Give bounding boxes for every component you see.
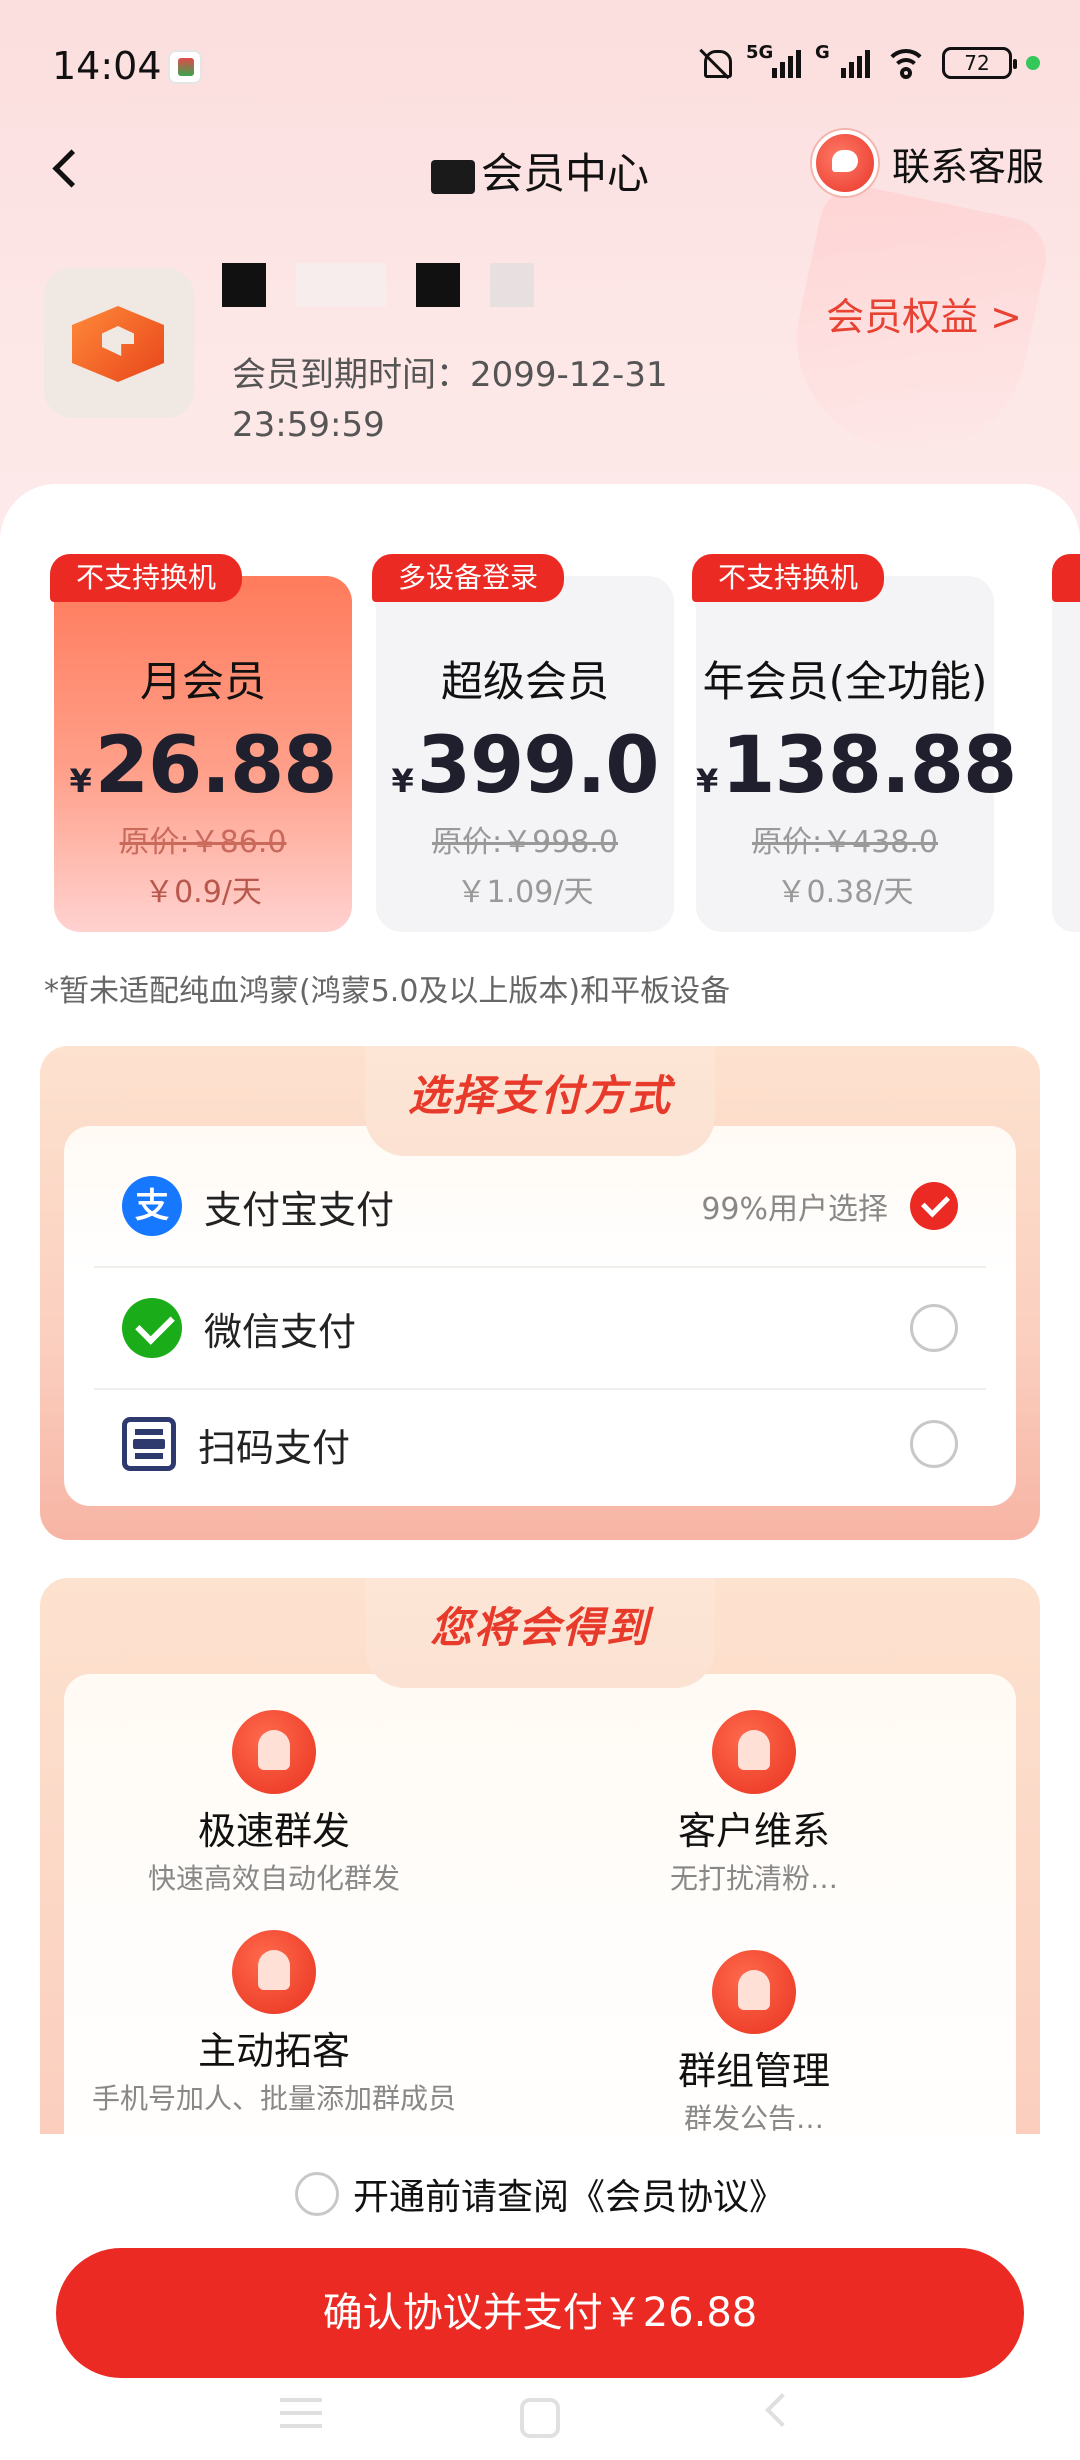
title-redaction	[430, 159, 475, 194]
plan-original-price: 原价:￥438.0	[752, 825, 938, 860]
signal-g-icon: G	[815, 42, 870, 78]
redaction-block	[222, 263, 266, 307]
payment-hint: 99%用户选择	[701, 1192, 888, 1227]
avatar	[44, 268, 194, 418]
payment-option-alipay[interactable]: 支付宝支付 99%用户选择	[94, 1146, 986, 1266]
device-note: *暂未适配纯血鸿蒙(鸿蒙5.0及以上版本)和平板设备	[44, 974, 731, 1009]
agreement-text[interactable]: 开通前请查阅《会员协议》	[353, 2168, 785, 2220]
privacy-indicator-dot	[1026, 56, 1040, 70]
scan-icon	[122, 1417, 176, 1471]
plan-card-next[interactable]	[1052, 554, 1080, 932]
currency-symbol: ¥	[696, 762, 718, 800]
mute-icon	[698, 46, 732, 80]
feature-title: 极速群发	[197, 1809, 350, 1853]
signal-5g-icon: 5G	[746, 42, 801, 78]
add-user-icon	[232, 1930, 316, 2014]
feature-item: 群组管理 群发公告…	[544, 1950, 964, 2137]
payment-options: 支付宝支付 99%用户选择 微信支付 扫码支付	[64, 1126, 1016, 1506]
group-icon	[712, 1950, 796, 2034]
plan-daily-price: ￥0.38/天	[776, 875, 914, 910]
price-value: 138.88	[721, 721, 1017, 811]
payment-title-tab: 选择支付方式	[365, 1046, 715, 1156]
payment-title: 选择支付方式	[407, 1071, 672, 1120]
app-logo-icon	[72, 296, 166, 390]
menu-icon[interactable]	[280, 2398, 322, 2428]
home-icon[interactable]	[520, 2398, 560, 2438]
plan-card-yearly[interactable]: 不支持换机 年会员(全功能) ¥138.88 原价:￥438.0 ￥0.38/天	[692, 554, 1017, 932]
plan-daily-price: ￥1.09/天	[456, 875, 594, 910]
contact-service-label: 联系客服	[891, 144, 1044, 189]
feature-item: 极速群发 快速高效自动化群发	[64, 1710, 484, 1897]
payment-panel: 支付宝支付 99%用户选择 微信支付 扫码支付 选择支付方式	[40, 1046, 1040, 1540]
benefits-title: 您将会得到	[429, 1603, 650, 1652]
page-title-text: 会员中心	[480, 149, 649, 198]
payment-label: 扫码支付	[198, 1425, 351, 1470]
contact-service-button[interactable]: 联系客服	[811, 130, 1044, 196]
wechat-pay-icon	[122, 1298, 182, 1358]
payment-label: 支付宝支付	[204, 1187, 395, 1232]
feature-title: 客户维系	[677, 1809, 830, 1853]
feature-title: 主动拓客	[197, 2029, 350, 2073]
alipay-icon	[122, 1176, 182, 1236]
plan-tag: 不支持换机	[692, 554, 885, 602]
status-icons: 5G G 72	[698, 42, 1040, 80]
status-bar: 14:04 5G G 72	[0, 0, 1080, 130]
redaction-block	[296, 263, 386, 307]
username-redacted	[222, 260, 534, 310]
radio-icon[interactable]	[910, 1420, 958, 1468]
plan-price: ¥26.88	[54, 721, 352, 811]
app-notification-icon	[168, 50, 202, 84]
payment-option-wechat[interactable]: 微信支付	[94, 1268, 986, 1388]
plan-card-super[interactable]: 多设备登录 超级会员 ¥399.0 原价:￥998.0 ￥1.09/天	[372, 554, 674, 932]
plan-price: ¥399.0	[376, 721, 674, 811]
agreement-checkbox[interactable]	[294, 2172, 339, 2216]
feature-title: 群组管理	[677, 2049, 830, 2093]
membership-expiry: 会员到期时间：2099-12-31 23:59:59	[232, 355, 668, 445]
price-value: 26.88	[94, 721, 338, 811]
plan-name: 月会员	[139, 657, 266, 706]
system-nav-bar	[0, 2384, 1080, 2460]
plan-tag: 多设备登录	[372, 554, 565, 602]
back-nav-icon[interactable]	[765, 2393, 799, 2427]
rocket-icon	[232, 1710, 316, 1794]
currency-symbol: ¥	[391, 762, 414, 800]
redaction-block	[490, 263, 534, 307]
customer-service-icon	[811, 130, 878, 196]
redaction-block	[416, 263, 460, 307]
plan-list: 不支持换机 月会员 ¥26.88 原价:￥86.0 ￥0.9/天 多设备登录 超…	[50, 554, 1080, 936]
wifi-icon	[884, 47, 928, 79]
plan-daily-price: ￥0.9/天	[144, 875, 262, 910]
currency-symbol: ¥	[69, 762, 92, 800]
network-label-1: 5G	[746, 42, 774, 63]
feature-desc: 手机号加人、批量添加群成员	[91, 2082, 456, 2115]
plan-original-price: 原价:￥998.0	[432, 825, 618, 860]
network-label-2: G	[815, 42, 830, 63]
feature-desc: 无打扰清粉…	[669, 1862, 838, 1895]
customer-icon	[712, 1710, 796, 1794]
feature-desc: 快速高效自动化群发	[147, 1862, 400, 1895]
checkmark-radio-icon[interactable]	[910, 1182, 958, 1230]
confirm-pay-button[interactable]: 确认协议并支付￥26.88	[56, 2248, 1024, 2378]
plan-card-monthly[interactable]: 不支持换机 月会员 ¥26.88 原价:￥86.0 ￥0.9/天	[50, 554, 352, 932]
plan-tag: 不支持换机	[50, 554, 243, 602]
plan-original-price: 原价:￥86.0	[119, 825, 287, 860]
plan-price: ¥138.88	[696, 721, 1017, 811]
plan-name: 超级会员	[440, 657, 609, 706]
status-time: 14:04	[52, 44, 162, 88]
battery-icon: 72	[942, 47, 1017, 79]
member-benefits-link[interactable]: 会员权益 >	[826, 286, 1022, 341]
radio-icon[interactable]	[910, 1304, 958, 1352]
payment-label: 微信支付	[204, 1309, 357, 1354]
feature-desc: 群发公告…	[683, 2102, 824, 2135]
feature-item: 主动拓客 手机号加人、批量添加群成员	[64, 1930, 484, 2117]
price-value: 399.0	[416, 721, 660, 811]
plan-name: 年会员(全功能)	[702, 657, 988, 706]
agreement-row[interactable]: 开通前请查阅《会员协议》	[0, 2168, 1080, 2220]
feature-item: 客户维系 无打扰清粉…	[544, 1710, 964, 1897]
benefits-title-tab: 您将会得到	[365, 1578, 715, 1688]
payment-option-scan[interactable]: 扫码支付	[94, 1384, 986, 1504]
